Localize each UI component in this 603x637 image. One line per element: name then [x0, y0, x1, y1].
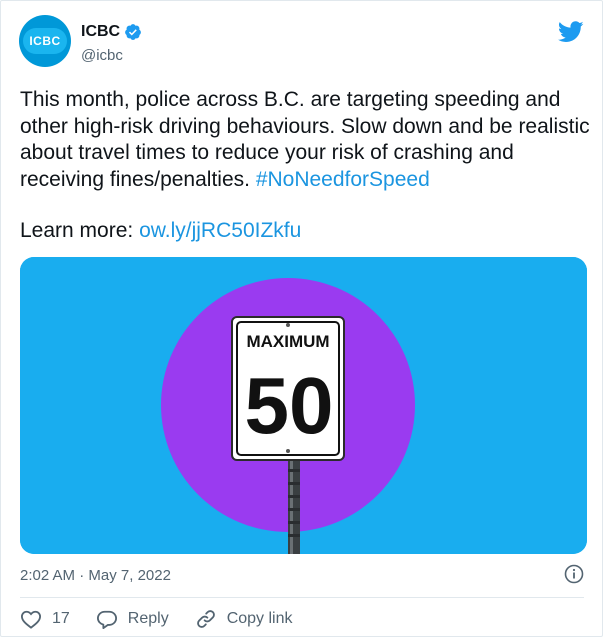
- like-count: 17: [52, 610, 70, 627]
- tweet-date[interactable]: May 7, 2022: [88, 567, 171, 584]
- twitter-bird-icon[interactable]: [557, 21, 584, 48]
- reply-label: Reply: [127, 610, 169, 627]
- sign-top-label: MAXIMUM: [246, 332, 329, 351]
- verified-badge-icon: [124, 23, 142, 41]
- timestamp-separator: ·: [79, 567, 85, 584]
- avatar[interactable]: ICBC: [19, 15, 71, 67]
- tweet-media-image[interactable]: MAXIMUM 50: [20, 257, 587, 554]
- tweet-card: ICBC ICBC @icbc This month, police acros…: [0, 0, 603, 637]
- learn-more-label: Learn more:: [20, 219, 134, 242]
- avatar-logo: ICBC: [23, 28, 67, 54]
- copy-link-label: Copy link: [226, 610, 293, 627]
- tweet-timestamp[interactable]: 2:02 AM · May 7, 2022: [20, 567, 171, 584]
- copy-link-button[interactable]: Copy link: [195, 608, 293, 630]
- tweet-text: This month, police across B.C. are targe…: [20, 87, 590, 193]
- learn-more-line: Learn more: ow.ly/jjRC50IZkfu: [20, 218, 301, 244]
- sign-value: 50: [245, 361, 334, 450]
- author-display-name[interactable]: ICBC: [81, 23, 120, 41]
- reply-button[interactable]: Reply: [96, 609, 169, 629]
- like-button[interactable]: 17: [20, 609, 70, 629]
- author-handle[interactable]: @icbc: [81, 47, 123, 64]
- learn-more-link[interactable]: ow.ly/jjRC50IZkfu: [139, 219, 301, 242]
- tweet-time[interactable]: 2:02 AM: [20, 567, 75, 584]
- info-icon[interactable]: [564, 564, 584, 589]
- footer-divider: [20, 597, 584, 598]
- author-name-row: ICBC: [81, 23, 142, 41]
- hashtag-link[interactable]: #NoNeedforSpeed: [256, 168, 430, 191]
- tweet-actions: 17 Reply Copy link: [20, 608, 319, 630]
- reply-icon: [96, 609, 118, 629]
- heart-icon: [20, 609, 42, 629]
- link-icon: [195, 608, 217, 630]
